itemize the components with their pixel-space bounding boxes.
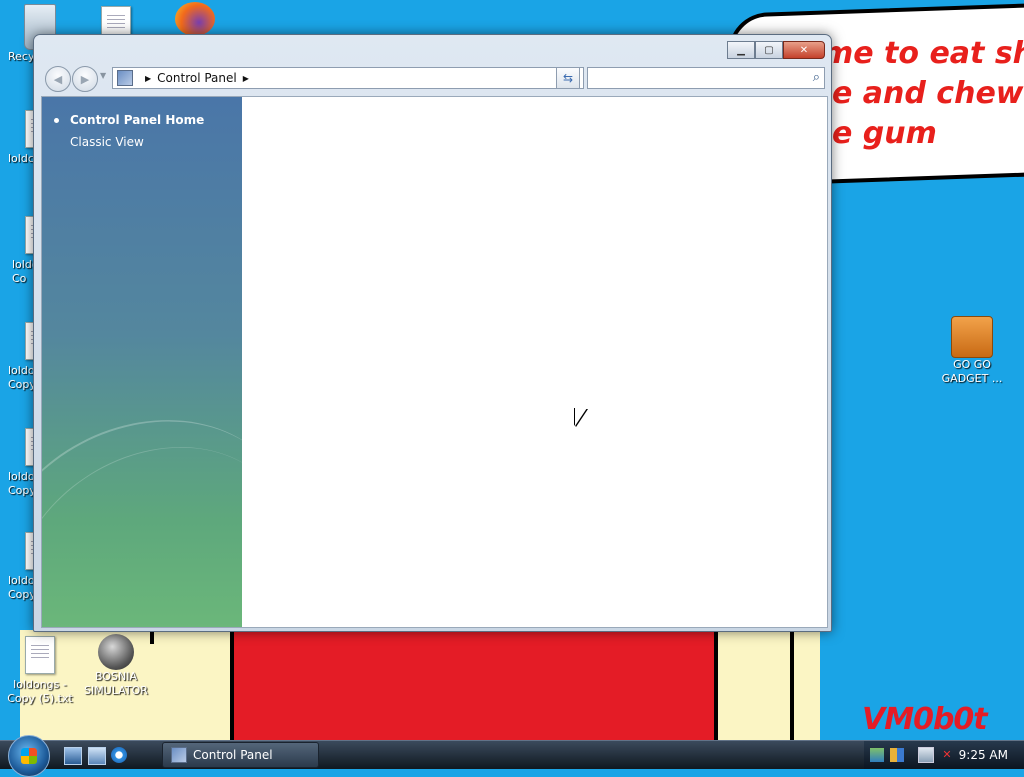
- volume-muted-icon[interactable]: ✕: [940, 748, 954, 762]
- firefox-icon: [175, 2, 215, 36]
- forward-button[interactable]: ▶: [72, 66, 98, 92]
- minimize-button[interactable]: ▁: [727, 41, 755, 59]
- mouse-cursor-icon: [575, 408, 587, 426]
- briefcase-icon: [951, 316, 993, 358]
- sidebar-gadgets-icon[interactable]: [870, 748, 884, 762]
- sidebar-item-control-panel-home[interactable]: Control Panel Home: [54, 113, 205, 127]
- back-arrow-icon: ◀: [53, 72, 63, 86]
- sidebar-item-classic-view[interactable]: Classic View: [70, 135, 144, 149]
- refresh-button[interactable]: ⇆: [556, 67, 580, 89]
- wallpaper-signature: VM0b0t: [862, 702, 988, 737]
- control-panel-icon: [117, 70, 133, 86]
- search-icon[interactable]: ⌕: [813, 70, 820, 85]
- network-icon[interactable]: [918, 747, 934, 763]
- desktop-icon-label: loldongs - Copy (5).txt: [7, 678, 73, 705]
- control-panel-window: ▁ ▢ ✕ ◀ ▶ ▼ ▶ Control Panel ▶ ▼ ⇆ ⌕ Cont…: [33, 34, 832, 632]
- system-tray: ✕ 9:25 AM: [864, 741, 1024, 769]
- wallpaper-text: me to eat shit e and chew e gum: [822, 34, 1024, 154]
- maximize-button[interactable]: ▢: [755, 41, 783, 59]
- desktop-icon-firefox[interactable]: [155, 2, 235, 36]
- breadcrumb-control-panel[interactable]: Control Panel: [157, 71, 237, 85]
- forward-arrow-icon: ▶: [80, 72, 90, 86]
- taskbar: Control Panel ✕ 9:25 AM: [0, 735, 1024, 777]
- show-desktop-icon[interactable]: [64, 747, 82, 765]
- breadcrumb-arrow-icon[interactable]: ▶: [145, 74, 151, 83]
- security-shield-icon[interactable]: [890, 748, 904, 762]
- clock[interactable]: 9:25 AM: [959, 748, 1008, 762]
- control-panel-icon: [171, 747, 187, 763]
- taskbar-button-label: Control Panel: [193, 748, 273, 762]
- back-button[interactable]: ◀: [45, 66, 71, 92]
- taskbar-button-control-panel[interactable]: Control Panel: [162, 742, 319, 768]
- bullet-icon: [54, 118, 59, 123]
- mine-shortcut-icon: [98, 634, 134, 670]
- window-content: Control Panel Home Classic View: [41, 96, 828, 628]
- caption-buttons: ▁ ▢ ✕: [727, 41, 825, 59]
- breadcrumb-arrow-icon[interactable]: ▶: [243, 74, 249, 83]
- task-pane: Control Panel Home Classic View: [42, 97, 242, 627]
- sidebar-item-label: Control Panel Home: [70, 113, 205, 127]
- wallpaper-text-line: e and chew: [832, 76, 1024, 111]
- desktop-icon-label: BOSNIA SIMULATOR: [84, 670, 148, 697]
- navigation-bar: ◀ ▶ ▼ ▶ Control Panel ▶ ▼ ⇆ ⌕: [42, 65, 825, 92]
- text-file-icon: [25, 636, 55, 674]
- wallpaper-line: [790, 632, 794, 740]
- close-button[interactable]: ✕: [783, 41, 825, 59]
- close-icon: ✕: [799, 44, 809, 56]
- wallpaper-text-line: me to eat shit: [822, 36, 1024, 71]
- internet-explorer-icon[interactable]: [111, 747, 127, 763]
- desktop-icon-bosnia-simulator[interactable]: BOSNIA SIMULATOR: [76, 634, 156, 698]
- wallpaper-text-line: e gum: [832, 116, 937, 151]
- desktop-icon-go-go-gadget[interactable]: GO GO GADGET ...: [932, 316, 1012, 386]
- recent-pages-dropdown[interactable]: ▼: [100, 71, 106, 80]
- wallpaper-red-area: [230, 630, 718, 740]
- maximize-icon: ▢: [764, 44, 774, 56]
- start-button[interactable]: [8, 735, 50, 777]
- desktop-icon-file[interactable]: loldongs - Copy (5).txt: [0, 636, 80, 706]
- desktop-icon-label: GO GO GADGET ...: [941, 358, 1003, 385]
- search-input[interactable]: ⌕: [587, 67, 825, 89]
- minimize-icon: ▁: [737, 44, 745, 56]
- address-bar[interactable]: ▶ Control Panel ▶ ▼: [112, 67, 584, 89]
- refresh-icon: ⇆: [562, 71, 574, 85]
- switch-windows-icon[interactable]: [88, 747, 106, 765]
- sidebar-item-label: Classic View: [70, 135, 144, 149]
